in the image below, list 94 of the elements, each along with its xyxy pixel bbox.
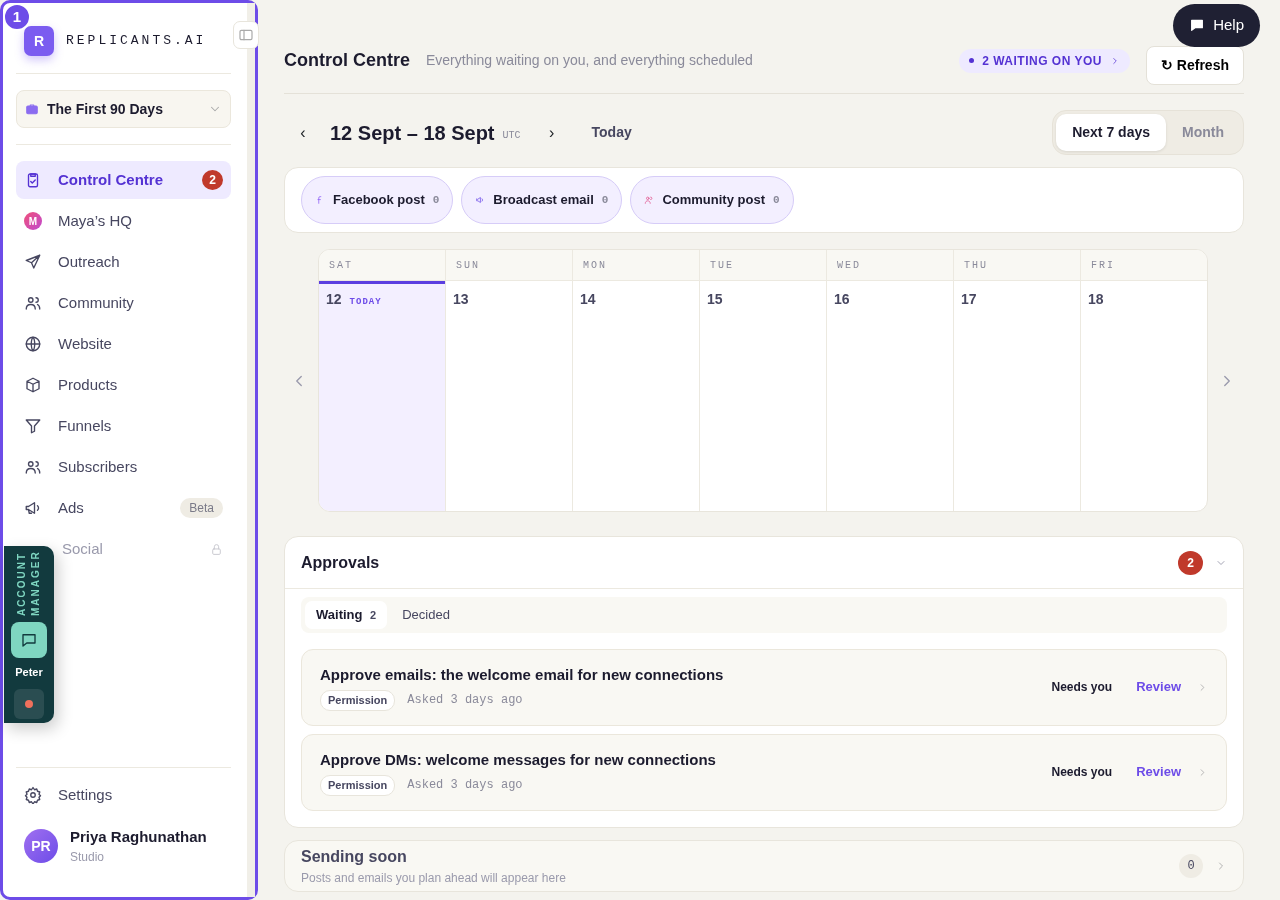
nav-item[interactable]: Outreach [16,243,231,281]
review-link[interactable]: Review [1136,762,1181,782]
channel-filter[interactable]: Community post 0 [630,176,794,224]
weekday-label: FRI [1091,260,1115,271]
status-label: Needs you [1051,679,1113,696]
people-icon [644,195,655,205]
today-button[interactable]: Today [590,121,633,144]
section-title: Approvals [301,552,381,573]
nav-item[interactable]: Funnels [16,407,231,445]
approval-title: Approve emails: the welcome email for new connections [320,664,725,685]
weekday-label: THU [964,260,988,271]
nav-item[interactable]: Subscribers [16,448,231,486]
box-icon [24,376,42,394]
workspace-dropdown[interactable]: The First 90 Days [16,90,231,128]
avatar-icon: M [24,212,42,230]
channel-filter[interactable]: Facebook post 0 [301,176,454,224]
asked-time: Asked 3 days ago [407,692,523,710]
settings-item[interactable]: Settings [16,776,231,814]
people-icon [24,294,42,312]
channel-filter[interactable]: Broadcast email 0 [461,176,623,224]
dot-icon [969,58,975,63]
channel-count: 0 [432,192,440,208]
nav-item[interactable]: Products [16,366,231,404]
day-cell[interactable]: 18 [1081,281,1207,511]
day-cell[interactable]: 14 [573,281,699,511]
funnel-icon [24,417,42,435]
nav-item[interactable]: M Maya’s HQ [16,202,231,240]
day-cell[interactable]: 13 [446,281,572,511]
account-manager-label: ACCOUNT MANAGER [15,554,42,616]
page-title: Control Centre [284,49,410,72]
user-name: Priya Raghunathan [70,826,207,847]
approval-item[interactable]: Approve DMs: welcome messages for new connections Permission Asked 3 days ago Needs you Review [301,733,1227,811]
beta-tag: Beta [180,498,223,518]
date-range: 12 Sept – 18 Sept [330,120,495,146]
nav-item[interactable]: Control Centre 2 [16,161,231,199]
sidebar-toggle-button[interactable] [233,21,259,49]
page-subtitle: Everything waiting on you, and everything scheduled [426,51,753,70]
record-dot-icon [25,699,33,708]
weekday-label: TUE [710,260,734,271]
sidebar-icon [238,27,254,43]
day-cell[interactable]: 15 [700,281,826,511]
day-cell[interactable]: 17 [954,281,1080,511]
filter-tab[interactable]: Decided [391,601,461,629]
people-icon [24,458,42,476]
chat-bubble-icon [1189,17,1206,34]
logo: R [24,26,54,56]
briefcase-icon [25,102,39,116]
filter-tab[interactable]: Waiting 2 [305,601,388,629]
speaker-icon [475,195,486,205]
approval-title: Approve DMs: welcome messages for new connections [320,749,717,770]
weekday-label: WED [837,260,861,271]
manager-name: Peter [15,665,43,680]
chat-button[interactable] [11,622,47,658]
timezone-label: UTC [502,129,521,143]
status-label: Needs you [1051,764,1113,781]
megaphone-icon [24,499,42,517]
nav-item[interactable]: Website [16,325,231,363]
nav-item[interactable]: Community [16,284,231,322]
workspace-name: The First 90 Days [47,99,164,119]
weekday-label: SUN [456,260,480,271]
user-plan: Studio [70,849,106,867]
gear-icon [24,786,42,804]
next-button[interactable]: › [536,119,567,146]
count-badge: 2 [1178,550,1203,575]
refresh-button[interactable]: ↻ Refresh [1145,46,1244,85]
globe-icon [24,335,42,353]
channel-count: 0 [601,192,609,208]
weekday-label: SAT [329,260,353,271]
waiting-pill[interactable]: 2 WAITING ON YOU [959,48,1130,73]
nav-item[interactable]: Ads Beta [16,489,231,527]
count-badge: 0 [1179,853,1203,878]
view-tab[interactable]: Next 7 days [1056,114,1166,151]
review-link[interactable]: Review [1136,677,1181,697]
send-icon [24,253,42,271]
section-title: Sending soon [301,846,408,867]
weekday-label: MON [583,260,607,271]
day-cell[interactable]: 16 [827,281,953,511]
permission-tag: Permission [320,690,396,711]
section-subtitle: Posts and emails you plan ahead will appear here [301,869,567,887]
record-button[interactable] [14,688,44,719]
today-label: TODAY [349,297,382,307]
channel-count: 0 [772,192,780,208]
brand-name: REPLICANTS.AI [66,32,207,51]
asked-time: Asked 3 days ago [407,777,523,795]
lock-icon [210,542,223,556]
chat-icon [20,631,38,649]
count-badge: 2 [202,170,223,190]
previous-button[interactable]: ‹ [284,119,322,146]
permission-tag: Permission [320,775,396,796]
help-button[interactable]: Help [1173,4,1260,47]
user-avatar: PR [24,829,58,863]
annotation-badge: 1 [3,3,31,31]
approval-item[interactable]: Approve emails: the welcome email for new connections Permission Asked 3 days ago Needs you Review [301,648,1227,726]
day-cell[interactable]: 12 TODAY [319,281,445,511]
